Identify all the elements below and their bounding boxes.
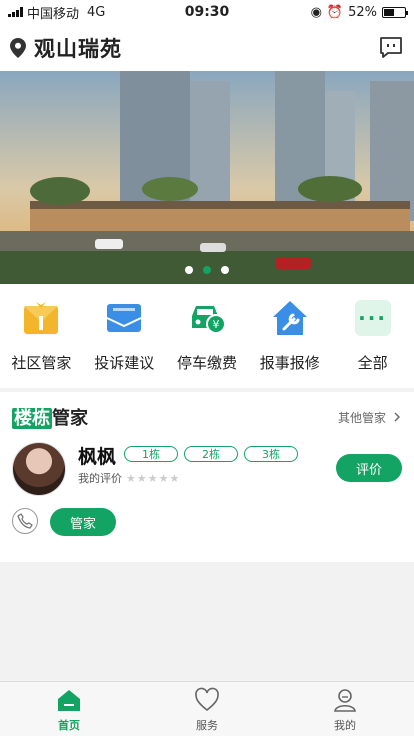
mail-icon bbox=[106, 304, 142, 332]
tab-service[interactable]: 服务 bbox=[138, 682, 276, 736]
quick-action-parking[interactable]: ¥ 停车缴费 bbox=[166, 284, 249, 388]
phone-call-button[interactable] bbox=[12, 508, 38, 534]
avatar[interactable] bbox=[12, 442, 66, 496]
phone-icon bbox=[17, 513, 33, 529]
svg-text:¥: ¥ bbox=[212, 318, 219, 331]
community-title[interactable]: 观山瑞苑 bbox=[34, 33, 378, 63]
banner-image bbox=[0, 71, 414, 284]
more-icon: ··· bbox=[354, 300, 391, 336]
carousel-dot[interactable] bbox=[221, 266, 229, 274]
card-title-rest: 管家 bbox=[52, 408, 88, 429]
manager-profile: 枫枫 1栋 2栋 3栋 我的评价 ★★★★★ 评价 管家 bbox=[0, 432, 414, 562]
rotation-lock-icon: ◉ bbox=[310, 4, 322, 20]
building-tags: 1栋 2栋 3栋 bbox=[124, 446, 298, 462]
car-yuan-icon: ¥ bbox=[191, 306, 226, 334]
other-managers-link[interactable]: 其他管家 bbox=[338, 409, 402, 426]
battery-icon bbox=[382, 6, 409, 18]
butler-icon bbox=[24, 302, 59, 334]
header: 观山瑞苑 bbox=[0, 24, 414, 71]
rating-label: 我的评价 bbox=[78, 472, 122, 485]
tab-label: 服务 bbox=[196, 719, 218, 732]
carousel-dot-active[interactable] bbox=[203, 266, 211, 274]
card-title-highlight: 楼栋 bbox=[12, 408, 52, 429]
carrier: 中国移动 bbox=[27, 6, 80, 22]
quick-action-butler[interactable]: 社区管家 bbox=[0, 284, 83, 388]
rate-button[interactable]: 评价 bbox=[336, 454, 402, 482]
quick-action-label: 停车缴费 bbox=[176, 354, 237, 372]
quick-actions: 社区管家 投诉建议 ¥ 停车缴费 报事报修 ··· 全部 bbox=[0, 284, 414, 388]
star-rating: ★★★★★ bbox=[126, 471, 181, 485]
signal-icon bbox=[8, 7, 23, 17]
banner-carousel[interactable] bbox=[0, 71, 414, 284]
battery-percent: 52% bbox=[348, 4, 378, 20]
quick-action-complaint[interactable]: 投诉建议 bbox=[83, 284, 166, 388]
quick-action-label: 投诉建议 bbox=[94, 354, 155, 372]
quick-action-all[interactable]: ··· 全部 bbox=[331, 284, 414, 388]
quick-action-label: 报事报修 bbox=[259, 354, 320, 372]
alarm-icon: ⏰ bbox=[326, 4, 344, 20]
building-tag: 2栋 bbox=[184, 446, 238, 462]
chevron-right-icon bbox=[394, 412, 400, 422]
quick-action-label: 社区管家 bbox=[11, 354, 72, 372]
building-manager-card: 楼栋 管家 其他管家 枫枫 1栋 2栋 3栋 我的评价 ★★★★★ 评价 管家 bbox=[0, 392, 414, 562]
repair-house-icon bbox=[272, 301, 307, 335]
tab-mine[interactable]: 我的 bbox=[276, 682, 414, 736]
location-pin-icon[interactable] bbox=[10, 37, 26, 58]
quick-action-repair[interactable]: 报事报修 bbox=[248, 284, 331, 388]
home-icon bbox=[58, 690, 80, 711]
user-icon bbox=[334, 689, 356, 712]
carousel-dot[interactable] bbox=[185, 266, 193, 274]
tab-label: 首页 bbox=[58, 719, 80, 732]
my-rating: 我的评价 ★★★★★ bbox=[78, 470, 180, 486]
tab-label: 我的 bbox=[334, 719, 356, 732]
carousel-dots bbox=[0, 266, 414, 274]
heart-icon bbox=[195, 687, 219, 712]
quick-action-label: 全部 bbox=[357, 354, 388, 372]
building-tag: 1栋 bbox=[124, 446, 178, 462]
tab-home[interactable]: 首页 bbox=[0, 682, 138, 736]
card-title: 楼栋 管家 bbox=[12, 404, 88, 430]
bottom-tab-bar: 首页 服务 我的 bbox=[0, 681, 414, 736]
manager-button[interactable]: 管家 bbox=[50, 508, 116, 536]
clock: 09:30 bbox=[184, 4, 230, 20]
status-bar: 中国移动 4G 09:30 ◉ ⏰ 52% bbox=[0, 0, 414, 24]
building-tag: 3栋 bbox=[244, 446, 298, 462]
manager-name: 枫枫 bbox=[78, 446, 117, 468]
network-type: 4G bbox=[87, 4, 106, 20]
other-managers-label: 其他管家 bbox=[337, 410, 386, 425]
message-icon[interactable] bbox=[378, 35, 404, 61]
